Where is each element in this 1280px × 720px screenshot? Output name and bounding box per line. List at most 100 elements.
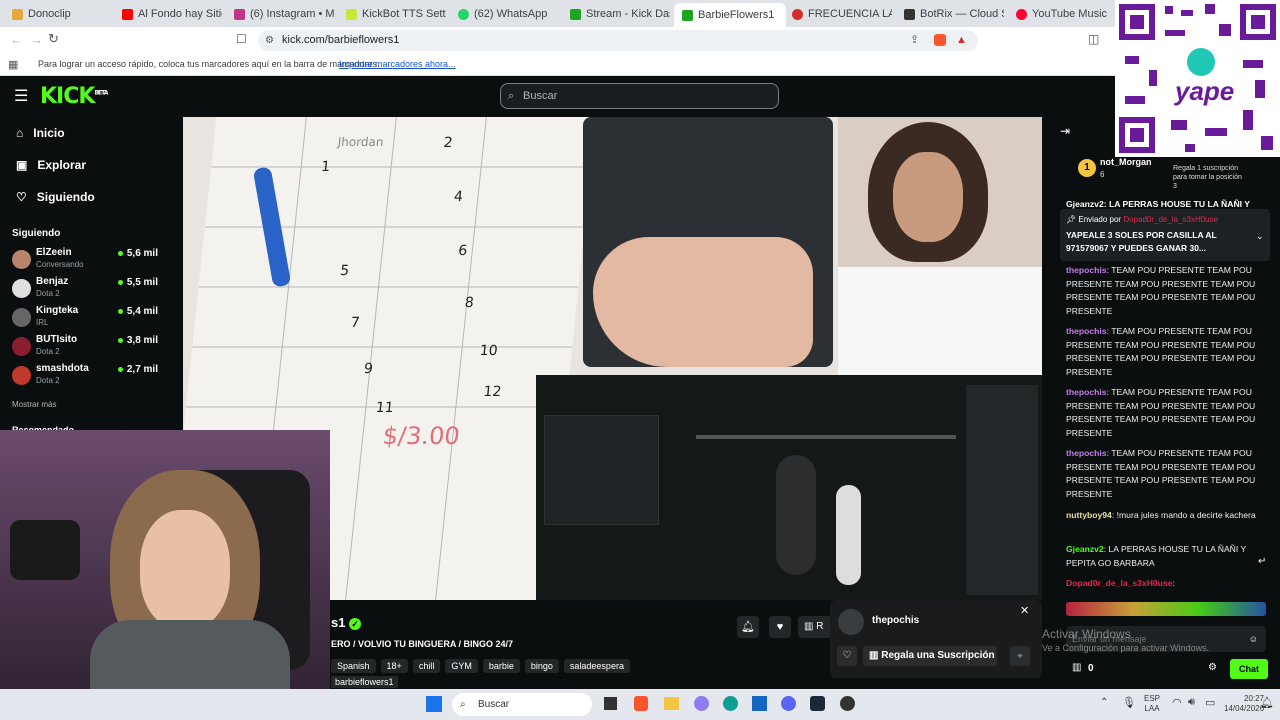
scroll-to-latest-icon[interactable]: ↵ [1258, 556, 1266, 567]
youtube-music-favicon-icon [1016, 8, 1027, 20]
channel-link[interactable]: barbieflowers1 [331, 676, 398, 688]
emote-row[interactable] [1066, 602, 1266, 616]
forward-icon[interactable]: → [30, 32, 43, 47]
volume-icon[interactable]: 🔊︎ [1188, 696, 1195, 709]
chat-message: thepochis: TEAM POU PRESENTE TEAM POU PR… [1066, 448, 1256, 499]
steam-icon[interactable] [810, 696, 825, 711]
bookmark-icon[interactable]: ☐ [236, 32, 247, 46]
nav-siguiendo[interactable]: ♡ Siguiendo [16, 190, 95, 204]
chat-overlay-inset [966, 385, 1038, 595]
tab-barbieflowers1[interactable]: BarbieFlowers1✕ [674, 3, 786, 27]
wifi-icon[interactable]: ◠ [1172, 696, 1182, 709]
discord-icon[interactable] [781, 696, 796, 711]
emoji-icon[interactable]: ☺ [1249, 626, 1258, 652]
follow-button[interactable]: ♥ [769, 616, 791, 638]
person-silhouette [776, 455, 816, 575]
tab-whatsapp[interactable]: (62) WhatsApp [458, 4, 558, 24]
top-gifter-name[interactable]: not_Morgan [1100, 157, 1152, 167]
pinned-message[interactable]: 📌︎ Enviado por Dopad0r_de_la_s3xH0use YA… [1060, 209, 1270, 261]
streamer-facecam [0, 430, 330, 720]
tab-botrix[interactable]: BotRix — Cloud Strea [904, 4, 1004, 24]
channel-item-kingteka[interactable]: Kingteka IRL 5,4 mil [12, 305, 162, 333]
reload-icon[interactable]: ↻ [48, 31, 59, 47]
extensions-icon[interactable]: ◫ [1088, 32, 1099, 46]
tab-frecuencia-latina[interactable]: FRECUENCIA LATINA [792, 4, 892, 24]
site-info-icon[interactable]: ⚙ [265, 30, 274, 51]
paper-name-text: Jhordan [337, 135, 385, 149]
gift-button[interactable]: ▥ R [798, 616, 832, 638]
close-tab-icon[interactable]: ✕ [785, 9, 786, 22]
tab-instagram[interactable]: (6) Instagram • Mensa [234, 4, 334, 24]
frecuencia-favicon-icon [792, 8, 803, 20]
tag-barbie[interactable]: barbie [482, 659, 520, 673]
menu-hamburger-icon[interactable]: ☰ [14, 86, 28, 106]
channel-item-elzeein[interactable]: ElZeein Conversando 5,6 mil [12, 247, 162, 275]
channel-item-butisito[interactable]: BUTIsito Dota 2 3,8 mil [12, 334, 162, 362]
brave-shield-icon[interactable] [934, 34, 946, 46]
site-search-input[interactable]: ⌕ Buscar [500, 83, 779, 109]
settings-gear-icon[interactable]: ⚙ [1208, 662, 1217, 673]
channel-item-benjaz[interactable]: Benjaz Dota 2 5,5 mil [12, 276, 162, 304]
file-explorer-icon[interactable] [664, 697, 679, 710]
tab-kick-dashboard[interactable]: Stream - Kick Dashbo [570, 4, 670, 24]
chevron-down-icon[interactable]: ⌄ [1256, 231, 1264, 242]
back-icon[interactable]: ← [10, 32, 23, 47]
tag-spanish[interactable]: Spanish [331, 659, 376, 673]
url-field[interactable]: ⚙ kick.com/barbieflowers1 ⇪ ▲ [258, 30, 978, 51]
kick-favicon-icon [682, 9, 693, 21]
rewards-icon[interactable]: ▲ [956, 30, 967, 51]
notification-bell-button[interactable]: 🔔︎ [737, 616, 759, 638]
tab-kickbot[interactable]: KickBot TTS Settings [346, 4, 446, 24]
import-bookmarks-link[interactable]: Importar marcadores ahora... [339, 59, 456, 69]
chevron-up-icon[interactable]: ⌃ [1100, 697, 1108, 708]
obs-icon[interactable] [840, 696, 855, 711]
person-face [893, 152, 963, 242]
heart-icon: ♥ [776, 621, 784, 633]
edge-icon[interactable] [723, 696, 738, 711]
gift-subscription-button[interactable]: ▥ Regala una Suscripción [863, 646, 997, 666]
brave-taskbar-icon[interactable] [634, 696, 648, 711]
store-icon[interactable] [752, 696, 767, 711]
channel-item-smashdota[interactable]: smashdota Dota 2 2,7 mil [12, 363, 162, 391]
windows-start-icon[interactable] [426, 696, 442, 712]
microphone-icon[interactable]: 🎙︎ [1122, 696, 1136, 709]
windows-taskbar: ⌕ Buscar ⌃ 🎙︎ ESP LAA ◠ 🔊︎ ▭ 20:27 14/04/20… [0, 689, 1280, 720]
collapse-chat-icon[interactable]: ⇥ [1060, 124, 1070, 138]
close-icon[interactable]: ✕ [1020, 604, 1029, 617]
popup-username[interactable]: thepochis [872, 615, 919, 626]
nav-explorar[interactable]: ▣ Explorar [16, 158, 86, 172]
apps-grid-icon[interactable]: ▦ [8, 58, 18, 71]
bookmarks-hint: Para lograr un acceso rápido, coloca tus… [38, 59, 380, 69]
stream-tags: Spanish 18+ chill GYM barbie bingo saladeesper… [331, 656, 635, 674]
taskbar-search[interactable]: ⌕ Buscar [452, 693, 592, 716]
language-indicator[interactable]: ESP LAA [1144, 694, 1160, 714]
follow-heart-button[interactable]: ♡ [837, 646, 857, 666]
paper-number: 9 [363, 361, 374, 377]
tab-youtube-music[interactable]: YouTube Music [1016, 4, 1112, 24]
clock[interactable]: 20:27 14/04/2026 [1224, 694, 1264, 714]
kick-logo[interactable]: KICKBETA [40, 84, 108, 109]
streamer-face [140, 510, 230, 630]
donoclip-favicon-icon [12, 8, 23, 20]
pin-icon: 📌︎ [1066, 215, 1077, 224]
tag-18plus[interactable]: 18+ [380, 659, 408, 673]
nav-inicio[interactable]: ⌂ Inicio [16, 126, 65, 140]
points-icon: ▥ [1072, 662, 1082, 673]
whatsapp-favicon-icon [458, 8, 469, 20]
task-view-icon[interactable] [604, 697, 617, 710]
chat-panel: ⇥ 1 not_Morgan 6 Regala 1 suscripción pa… [1042, 116, 1280, 689]
tag-chill[interactable]: chill [412, 659, 441, 673]
tab-donoclip[interactable]: Donoclip [12, 4, 112, 24]
copilot-icon[interactable] [694, 696, 709, 711]
notifications-icon[interactable]: 🔔︎ [1260, 696, 1274, 709]
show-more-link[interactable]: Mostrar más [12, 400, 56, 409]
pin-button[interactable]: ⌖ [1010, 646, 1030, 666]
tag-bingo[interactable]: bingo [524, 659, 559, 673]
paper-number: 11 [374, 400, 395, 416]
tag-saladeespera[interactable]: saladeespera [563, 659, 630, 673]
send-chat-button[interactable]: Chat [1230, 659, 1268, 679]
share-icon[interactable]: ⇪ [910, 30, 919, 51]
tab-al-fondo[interactable]: Al Fondo hay Sitio - Te [122, 4, 222, 24]
battery-icon[interactable]: ▭ [1205, 696, 1215, 709]
tag-gym[interactable]: GYM [445, 659, 478, 673]
